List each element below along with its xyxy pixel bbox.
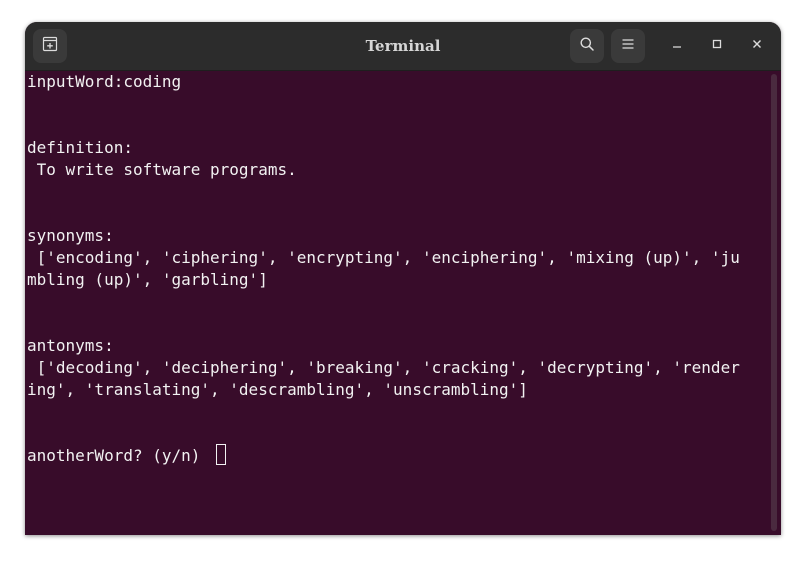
terminal-output[interactable]: inputWord:coding definition: To write so… bbox=[27, 70, 767, 535]
search-icon bbox=[579, 36, 595, 57]
hamburger-menu-icon bbox=[621, 37, 635, 56]
minimize-icon bbox=[671, 37, 683, 55]
minimize-button[interactable] bbox=[665, 34, 689, 58]
terminal-line: synonyms: bbox=[27, 226, 114, 245]
terminal-line: mbling (up)', 'garbling'] bbox=[27, 270, 268, 289]
terminal-line: ing', 'translating', 'descrambling', 'un… bbox=[27, 380, 528, 399]
text-cursor bbox=[216, 444, 226, 465]
terminal-line: inputWord:coding bbox=[27, 72, 182, 91]
terminal-line: definition: bbox=[27, 138, 133, 157]
maximize-button[interactable] bbox=[705, 34, 729, 58]
scrollbar[interactable] bbox=[771, 74, 777, 531]
maximize-icon bbox=[711, 37, 723, 55]
menu-button[interactable] bbox=[611, 29, 645, 63]
terminal-line: ['decoding', 'deciphering', 'breaking', … bbox=[27, 358, 740, 377]
close-icon bbox=[751, 37, 763, 55]
terminal-line: To write software programs. bbox=[27, 160, 297, 179]
terminal-line: antonyms: bbox=[27, 336, 114, 355]
title-bar[interactable]: Terminal bbox=[25, 22, 781, 71]
close-button[interactable] bbox=[745, 34, 769, 58]
terminal-prompt: anotherWord? (y/n) bbox=[27, 446, 211, 465]
terminal-line: ['encoding', 'ciphering', 'encrypting', … bbox=[27, 248, 740, 267]
terminal-window: Terminal inputWord:coding definition: To… bbox=[25, 22, 781, 535]
search-button[interactable] bbox=[570, 29, 604, 63]
